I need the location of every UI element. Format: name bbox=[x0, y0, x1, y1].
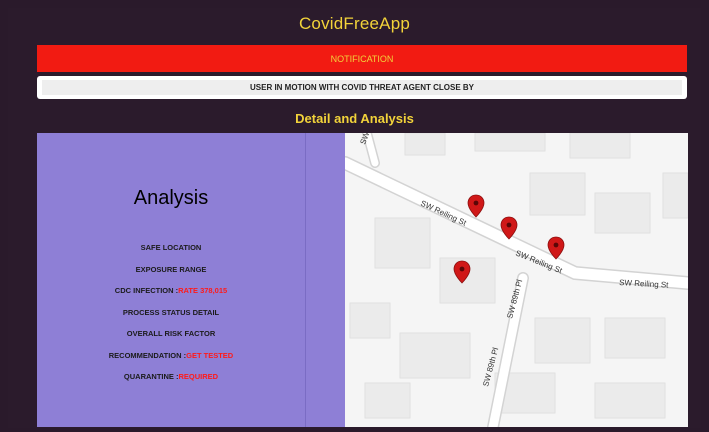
building bbox=[404, 133, 446, 156]
row-label: RECOMMENDATION : bbox=[108, 350, 187, 360]
row-value: RATE 378,015 bbox=[178, 286, 228, 295]
building bbox=[662, 172, 688, 219]
street-label: SW Reiling St bbox=[619, 278, 670, 290]
building bbox=[529, 172, 586, 216]
analysis-row-cdc-infection: CDC INFECTION :RATE 378,015 bbox=[37, 280, 305, 302]
building bbox=[474, 133, 546, 152]
analysis-heading: Analysis bbox=[133, 187, 209, 209]
row-label: SAFE LOCATION bbox=[140, 243, 202, 252]
alert-message: USER IN MOTION WITH COVID THREAT AGENT C… bbox=[42, 80, 682, 95]
analysis-row-process-status: PROCESS STATUS DETAIL bbox=[37, 302, 305, 324]
building bbox=[594, 382, 666, 419]
row-label: CDC INFECTION : bbox=[114, 286, 179, 295]
building bbox=[594, 192, 651, 234]
row-value: GET TESTED bbox=[186, 350, 234, 360]
analysis-row-quarantine: QUARANTINE :REQUIRED bbox=[37, 366, 305, 388]
building bbox=[569, 133, 631, 159]
map-view[interactable]: SW Reiling St SW Reiling St SW Reiling S… bbox=[345, 133, 688, 427]
map-canvas[interactable]: SW Reiling St SW Reiling St SW Reiling S… bbox=[345, 133, 688, 427]
panel-divider bbox=[305, 133, 306, 427]
building bbox=[399, 332, 471, 379]
row-label: EXPOSURE RANGE bbox=[135, 264, 207, 274]
detail-content: Analysis SAFE LOCATION EXPOSURE RANGE CD… bbox=[37, 133, 688, 427]
row-label: PROCESS STATUS DETAIL bbox=[122, 307, 220, 317]
analysis-rows: SAFE LOCATION EXPOSURE RANGE CDC INFECTI… bbox=[37, 237, 305, 388]
section-title: Detail and Analysis bbox=[295, 111, 414, 126]
building bbox=[604, 317, 666, 359]
building bbox=[374, 217, 431, 269]
alert-box: USER IN MOTION WITH COVID THREAT AGENT C… bbox=[37, 76, 687, 99]
analysis-row-exposure-range: EXPOSURE RANGE bbox=[37, 259, 305, 281]
notification-bar[interactable]: NOTIFICATION bbox=[37, 45, 687, 72]
row-label: OVERALL RISK FACTOR bbox=[126, 329, 216, 338]
analysis-panel: Analysis SAFE LOCATION EXPOSURE RANGE CD… bbox=[37, 133, 345, 427]
analysis-row-safe-location: SAFE LOCATION bbox=[37, 237, 305, 259]
building bbox=[534, 317, 591, 364]
row-value: REQUIRED bbox=[178, 372, 219, 381]
row-label: QUARANTINE : bbox=[123, 372, 179, 381]
analysis-row-recommendation: RECOMMENDATION :GET TESTED bbox=[37, 345, 305, 367]
analysis-row-risk-factor: OVERALL RISK FACTOR bbox=[37, 323, 305, 345]
building bbox=[364, 382, 411, 419]
app-title: CovidFreeApp bbox=[298, 14, 411, 33]
building bbox=[349, 302, 391, 339]
map-pin-icon[interactable] bbox=[467, 194, 485, 218]
